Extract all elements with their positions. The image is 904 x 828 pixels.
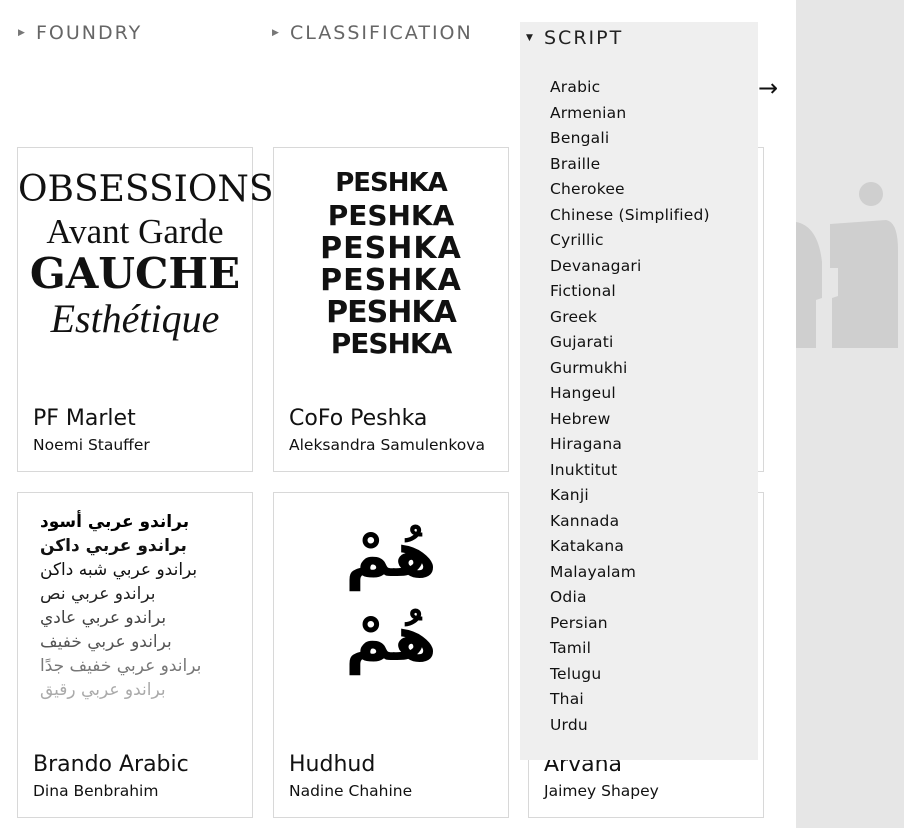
script-option[interactable]: Braille	[550, 154, 710, 180]
specimen-line: براندو عربي خفيف جدًا	[40, 656, 202, 676]
decorative-figure	[796, 182, 898, 348]
specimen-line: هُمْ	[345, 602, 437, 675]
script-option[interactable]: Kannada	[550, 511, 710, 537]
specimen-line: Avant Garde	[46, 212, 224, 251]
specimen-line: براندو عربي داكن	[40, 536, 187, 556]
designer-name: Aleksandra Samulenkova	[289, 436, 485, 454]
caret-down-icon: ▼	[526, 33, 533, 43]
script-option[interactable]: Armenian	[550, 103, 710, 129]
script-option[interactable]: Devanagari	[550, 256, 710, 282]
font-specimen: هُمْ هُمْ	[274, 513, 508, 681]
script-option[interactable]: Cyrillic	[550, 230, 710, 256]
designer-name: Nadine Chahine	[289, 782, 413, 800]
font-name: CoFo Peshka	[289, 406, 428, 431]
font-card[interactable]: PESHKA PESHKA PESHKA PESHKA PESHKA PESHK…	[273, 147, 509, 472]
script-option[interactable]: Urdu	[550, 715, 710, 741]
designer-name: Noemi Stauffer	[33, 436, 150, 454]
script-option[interactable]: Telugu	[550, 664, 710, 690]
font-card[interactable]: OBSESSIONS Avant Garde GAUCHE Esthétique…	[17, 147, 274, 472]
specimen-line: براندو عربي شبه داكن	[40, 560, 198, 580]
script-option[interactable]: Gurmukhi	[550, 358, 710, 384]
specimen-line: براندو عربي أسود	[40, 512, 190, 532]
specimen-line: PESHKA	[335, 168, 448, 198]
font-name: PF Marlet	[33, 406, 136, 431]
filter-foundry[interactable]: ▶ FOUNDRY	[18, 22, 142, 44]
next-arrow-icon[interactable]: →	[758, 74, 778, 102]
script-option[interactable]: Gujarati	[550, 332, 710, 358]
font-specimen: PESHKA PESHKA PESHKA PESHKA PESHKA PESHK…	[274, 170, 508, 362]
filter-classification[interactable]: ▶ CLASSIFICATION	[272, 22, 473, 44]
script-option[interactable]: Odia	[550, 587, 710, 613]
script-option[interactable]: Hebrew	[550, 409, 710, 435]
filter-script[interactable]: ▼ SCRIPT	[526, 22, 623, 54]
specimen-line: PESHKA	[320, 231, 462, 266]
filter-foundry-label: FOUNDRY	[36, 22, 143, 44]
specimen-line: PESHKA	[327, 199, 455, 232]
script-option[interactable]: Fictional	[550, 281, 710, 307]
script-option[interactable]: Malayalam	[550, 562, 710, 588]
specimen-line: هُمْ	[345, 518, 437, 591]
specimen-line: PESHKA	[320, 263, 462, 298]
script-option[interactable]: Cherokee	[550, 179, 710, 205]
specimen-line: PESHKA	[330, 327, 453, 360]
script-option[interactable]: Hangeul	[550, 383, 710, 409]
script-option[interactable]: Kanji	[550, 485, 710, 511]
filter-script-label: SCRIPT	[544, 27, 624, 49]
script-option[interactable]: Inuktitut	[550, 460, 710, 486]
specimen-line: Esthétique	[50, 296, 220, 341]
font-specimen: OBSESSIONS Avant Garde GAUCHE Esthétique	[18, 169, 274, 341]
script-option[interactable]: Tamil	[550, 638, 710, 664]
filter-classification-label: CLASSIFICATION	[290, 22, 473, 44]
script-option[interactable]: Chinese (Simplified)	[550, 205, 710, 231]
script-option[interactable]: Thai	[550, 689, 710, 715]
specimen-line: براندو عربي رقيق	[40, 680, 166, 700]
designer-name: Jaimey Shapey	[544, 782, 659, 800]
script-dropdown-panel: ▼ SCRIPT Arabic Armenian Bengali Braille Che…	[520, 22, 758, 760]
specimen-line: OBSESSIONS	[18, 169, 274, 210]
specimen-line: GAUCHE	[29, 249, 241, 298]
caret-right-icon: ▶	[18, 28, 25, 38]
script-option[interactable]: Bengali	[550, 128, 710, 154]
designer-name: Dina Benbrahim	[33, 782, 159, 800]
sidebar-panel	[796, 0, 904, 828]
font-name: Hudhud	[289, 752, 376, 777]
font-specimen: براندو عربي أسود براندو عربي داكن براندو…	[18, 510, 252, 702]
specimen-line: براندو عربي خفيف	[40, 632, 172, 652]
caret-right-icon: ▶	[272, 28, 279, 38]
specimen-line: براندو عربي عادي	[40, 608, 167, 628]
specimen-line: PESHKA	[326, 295, 457, 330]
script-option[interactable]: Hiragana	[550, 434, 710, 460]
font-name: Brando Arabic	[33, 752, 189, 777]
script-option[interactable]: Arabic	[550, 77, 710, 103]
font-card[interactable]: براندو عربي أسود براندو عربي داكن براندو…	[17, 492, 253, 818]
script-option[interactable]: Greek	[550, 307, 710, 333]
script-option[interactable]: Persian	[550, 613, 710, 639]
script-option[interactable]: Katakana	[550, 536, 710, 562]
script-options-list: Arabic Armenian Bengali Braille Cherokee Chin…	[550, 77, 710, 740]
font-card[interactable]: هُمْ هُمْ Hudhud Nadine Chahine	[273, 492, 509, 818]
specimen-line: براندو عربي نص	[40, 584, 156, 604]
